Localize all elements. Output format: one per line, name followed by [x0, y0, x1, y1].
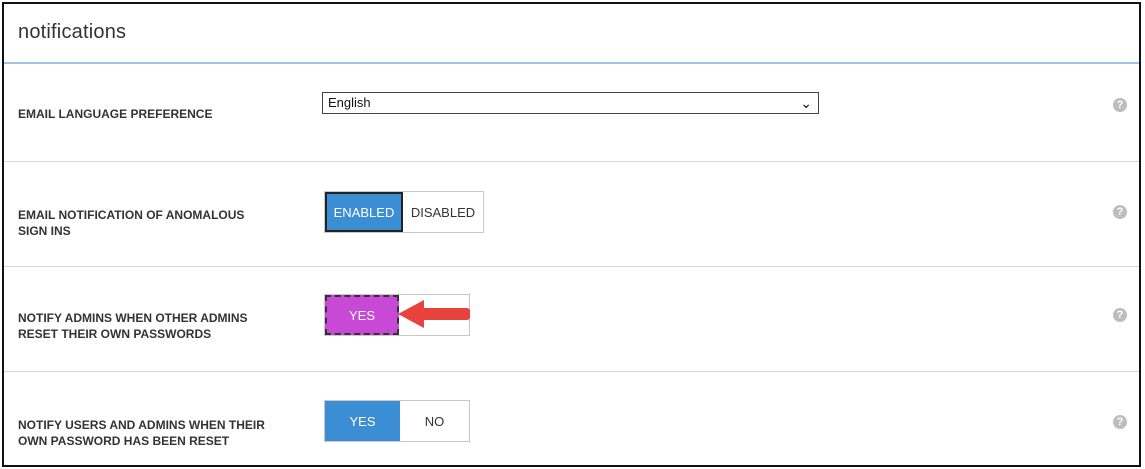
- disabled-option[interactable]: DISABLED: [403, 192, 483, 232]
- notify-users-label: NOTIFY USERS AND ADMINS WHEN THEIR OWN P…: [18, 417, 265, 449]
- page-title: notifications: [18, 21, 127, 43]
- chevron-down-icon: ⌄: [800, 95, 812, 111]
- select-value: English: [328, 95, 371, 110]
- no-option[interactable]: NO: [400, 401, 469, 441]
- enabled-option[interactable]: ENABLED: [325, 192, 403, 232]
- row-notify-users: NOTIFY USERS AND ADMINS WHEN THEIR OWN P…: [4, 372, 1139, 467]
- yes-option[interactable]: YES: [325, 295, 399, 335]
- annotation-arrow-icon: [398, 300, 470, 328]
- help-icon[interactable]: ?: [1113, 415, 1127, 429]
- label-line: EMAIL NOTIFICATION OF ANOMALOUS: [18, 208, 245, 222]
- email-language-select[interactable]: English ⌄: [322, 92, 819, 114]
- label-line: NOTIFY ADMINS WHEN OTHER ADMINS: [18, 311, 248, 325]
- label-line: NOTIFY USERS AND ADMINS WHEN THEIR: [18, 418, 265, 432]
- panel-header: notifications: [4, 4, 1139, 64]
- row-notify-admins: NOTIFY ADMINS WHEN OTHER ADMINS RESET TH…: [4, 267, 1139, 371]
- help-icon[interactable]: ?: [1113, 205, 1127, 219]
- label-line: SIGN INS: [18, 224, 71, 238]
- help-icon[interactable]: ?: [1113, 308, 1127, 322]
- notify-admins-label: NOTIFY ADMINS WHEN OTHER ADMINS RESET TH…: [18, 310, 248, 342]
- label-line: RESET THEIR OWN PASSWORDS: [18, 327, 212, 341]
- yes-option[interactable]: YES: [325, 401, 400, 441]
- email-language-label: EMAIL LANGUAGE PREFERENCE: [18, 107, 213, 121]
- anomalous-signins-label: EMAIL NOTIFICATION OF ANOMALOUS SIGN INS: [18, 207, 244, 239]
- label-line: OWN PASSWORD HAS BEEN RESET: [18, 434, 230, 448]
- notifications-panel: notifications EMAIL LANGUAGE PREFERENCE …: [2, 2, 1141, 467]
- notify-users-toggle[interactable]: YES NO: [324, 400, 470, 442]
- anomalous-signins-toggle[interactable]: ENABLED DISABLED: [324, 191, 484, 233]
- row-anomalous-signins: EMAIL NOTIFICATION OF ANOMALOUS SIGN INS…: [4, 162, 1139, 266]
- help-icon[interactable]: ?: [1113, 98, 1127, 112]
- row-email-language: EMAIL LANGUAGE PREFERENCE English ⌄ ?: [4, 64, 1139, 162]
